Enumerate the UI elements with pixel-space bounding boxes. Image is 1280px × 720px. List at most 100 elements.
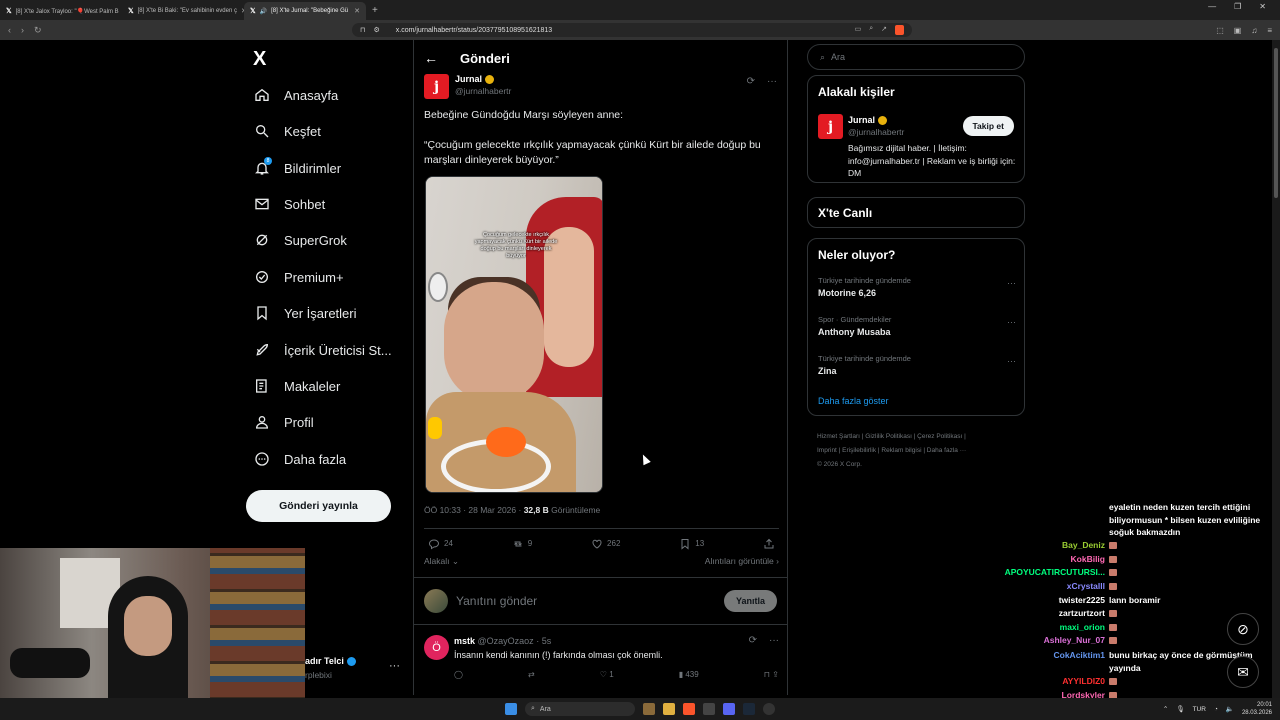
share-icon[interactable]: ⇪ bbox=[772, 670, 779, 679]
widget-icon[interactable] bbox=[643, 703, 655, 715]
bookmark-icon[interactable]: ⊓ bbox=[764, 670, 770, 679]
more-icon[interactable]: ··· bbox=[389, 660, 400, 672]
trend-item[interactable]: Türkiye tarihinde gündemde Motorine 6,26… bbox=[818, 276, 1016, 298]
trend-item[interactable]: Spor · Gündemdekiler Anthony Musaba ··· bbox=[818, 315, 1016, 337]
browser-tab[interactable]: 𝕏[8] X'te Jalox Trayloo: "🎈West Palm B✕ bbox=[0, 2, 122, 20]
screen-icon[interactable]: ▭ bbox=[855, 25, 862, 35]
avatar[interactable]: Ö bbox=[424, 635, 449, 660]
tweet-time[interactable]: ÖÖ 10:33 · 28 Mar 2026 · bbox=[424, 505, 524, 515]
tweet-video[interactable]: Çocuğum gelecekte ırkçılık yapmayacak çü… bbox=[425, 176, 603, 493]
sidebar-item-i-çerik-üreticisi-st-[interactable]: İçerik Üreticisi St... bbox=[253, 340, 392, 360]
browser-tab-active[interactable]: 𝕏 🔊 [8] X'te Jurnal: "Bebeğine Gü ✕ bbox=[244, 2, 366, 20]
clock[interactable]: 20:01 28.03.2026 bbox=[1242, 701, 1272, 717]
back-icon[interactable]: ‹ bbox=[8, 25, 11, 36]
more-icon[interactable]: ··· bbox=[1007, 356, 1016, 366]
site-info-icon[interactable]: ⚙ bbox=[373, 26, 379, 34]
more-icon[interactable]: ··· bbox=[1007, 278, 1016, 288]
taskbar-search[interactable]: ⌕ Ara bbox=[525, 702, 635, 716]
extension-icon[interactable]: ⬚ bbox=[1216, 26, 1224, 35]
grok-icon[interactable]: ⟳ bbox=[749, 635, 757, 646]
show-more-link[interactable]: Daha fazla göster bbox=[818, 396, 889, 406]
reply-submit-button[interactable]: Yanıtla bbox=[723, 590, 777, 612]
obs-icon[interactable] bbox=[763, 703, 775, 715]
scrollbar[interactable] bbox=[1272, 40, 1280, 698]
reply-icon[interactable]: ◯ bbox=[454, 670, 463, 679]
sidebar-item-premium-[interactable]: Premium+ bbox=[253, 267, 344, 287]
sidebar-item-daha-fazla[interactable]: Daha fazla bbox=[253, 449, 346, 469]
live-card[interactable]: X'te Canlı bbox=[807, 197, 1025, 228]
messages-fab-button[interactable]: ✉ bbox=[1227, 656, 1259, 688]
close-window-icon[interactable]: ✕ bbox=[1259, 2, 1266, 11]
comment-author[interactable]: mstk bbox=[454, 636, 475, 646]
retweet-icon[interactable]: ⇄ bbox=[528, 670, 535, 679]
like-button[interactable]: ♡ 1 bbox=[600, 670, 614, 679]
sidebar-item-anasayfa[interactable]: Anasayfa bbox=[253, 85, 338, 105]
url-field[interactable]: ⊓ ⚙ x.com/jurnalhabertr/status/203779510… bbox=[352, 23, 912, 37]
brave-icon[interactable] bbox=[683, 703, 695, 715]
sidebar-item-profil[interactable]: Profil bbox=[253, 412, 314, 432]
reply-input[interactable]: Yanıtını gönder bbox=[456, 594, 537, 608]
more-icon[interactable]: ··· bbox=[767, 76, 777, 87]
language-indicator[interactable]: TUR bbox=[1193, 706, 1206, 713]
minimize-icon[interactable]: — bbox=[1208, 2, 1216, 11]
sidebar-item-keşfet[interactable]: Keşfet bbox=[253, 121, 321, 141]
more-icon[interactable]: ··· bbox=[1007, 317, 1016, 327]
author-name[interactable]: Jurnal bbox=[455, 74, 482, 84]
steam-icon[interactable] bbox=[743, 703, 755, 715]
views-button[interactable]: ▮ 439 bbox=[679, 670, 699, 679]
volume-icon[interactable]: 🔈 bbox=[1226, 705, 1234, 713]
author-handle[interactable]: @jurnalhabertr bbox=[455, 86, 511, 96]
account-handle[interactable]: rplebixi bbox=[305, 670, 332, 680]
related-handle[interactable]: @jurnalhabertr bbox=[848, 127, 904, 137]
discord-icon[interactable] bbox=[723, 703, 735, 715]
wallet-icon[interactable]: ▣ bbox=[1234, 26, 1242, 35]
brave-shield-icon[interactable] bbox=[895, 25, 904, 35]
footer-line[interactable]: Imprint | Erişilebilirlik | Reklam bilgi… bbox=[817, 444, 1027, 458]
like-button[interactable]: 262 bbox=[591, 538, 620, 550]
chevron-up-icon[interactable]: ⌃ bbox=[1163, 705, 1168, 713]
new-tab-button[interactable]: + bbox=[366, 2, 384, 20]
follow-button[interactable]: Takip et bbox=[962, 116, 1014, 136]
grok-icon[interactable]: ⟳ bbox=[747, 76, 755, 87]
avatar[interactable]: j bbox=[818, 114, 843, 139]
reply-button[interactable]: 24 bbox=[428, 538, 453, 550]
share-button[interactable] bbox=[763, 538, 775, 550]
sort-dropdown[interactable]: Alakalı ⌄ bbox=[424, 556, 459, 567]
close-icon[interactable]: ✕ bbox=[354, 7, 360, 15]
avatar[interactable]: j bbox=[424, 74, 449, 99]
app-icon[interactable] bbox=[703, 703, 715, 715]
account-name[interactable]: adır Telci bbox=[305, 656, 356, 666]
forward-icon[interactable]: › bbox=[21, 25, 24, 36]
zoom-icon[interactable]: ⌕ bbox=[869, 25, 873, 35]
sidebar-item-makaleler[interactable]: Makaleler bbox=[253, 376, 340, 396]
more-icon[interactable]: ··· bbox=[769, 635, 779, 646]
comment-handle[interactable]: @OzayOzaoz bbox=[478, 636, 534, 646]
windows-start-icon[interactable] bbox=[505, 703, 517, 715]
search-input[interactable]: ⌕ Ara bbox=[807, 44, 1025, 70]
share-icon[interactable]: ↗ bbox=[881, 25, 887, 35]
view-quotes-link[interactable]: Alıntıları görüntüle › bbox=[705, 556, 779, 567]
back-arrow-icon[interactable]: ← bbox=[424, 50, 438, 66]
sidebar-item-sohbet[interactable]: Sohbet bbox=[253, 194, 325, 214]
scrollbar-thumb[interactable] bbox=[1274, 48, 1278, 198]
tweet-author[interactable]: j Jurnal @jurnalhabertr bbox=[424, 74, 511, 99]
music-icon[interactable]: ♫ bbox=[1251, 26, 1257, 35]
sidebar-item-bildirimler[interactable]: 8 Bildirimler bbox=[253, 156, 341, 178]
retweet-button[interactable]: 9 bbox=[512, 538, 532, 550]
sidebar-item-supergrok[interactable]: SuperGrok bbox=[253, 230, 347, 250]
wifi-icon[interactable]: ◔ bbox=[1214, 706, 1218, 713]
footer-line[interactable]: Hizmet Şartları | Gizlilik Politikası | … bbox=[817, 430, 1027, 444]
mic-icon[interactable]: 🎙 bbox=[1176, 705, 1184, 713]
browser-tab[interactable]: 𝕏 [8] X'te Bi Baki: "Ev sahibinin evden ç… bbox=[122, 2, 244, 20]
x-logo[interactable]: X bbox=[253, 48, 266, 71]
folder-icon[interactable] bbox=[663, 703, 675, 715]
sidebar-item-yer-i-şaretleri[interactable]: Yer İşaretleri bbox=[253, 303, 357, 323]
reload-icon[interactable]: ↻ bbox=[34, 25, 42, 36]
menu-icon[interactable]: ≡ bbox=[1267, 26, 1272, 35]
post-button[interactable]: Gönderi yayınla bbox=[246, 490, 391, 522]
trend-item[interactable]: Türkiye tarihinde gündemde Zina ··· bbox=[818, 354, 1016, 376]
bookmark-button[interactable]: 13 bbox=[679, 538, 704, 550]
bookmark-page-icon[interactable]: ⊓ bbox=[360, 26, 365, 34]
grok-fab-button[interactable]: ⊘ bbox=[1227, 613, 1259, 645]
restore-icon[interactable]: ❐ bbox=[1234, 2, 1241, 11]
